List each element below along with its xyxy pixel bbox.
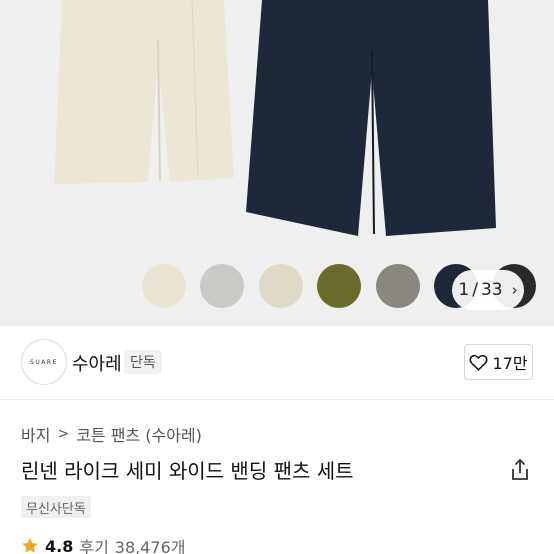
counter-separator: /	[472, 280, 478, 300]
like-count: 17만	[492, 354, 528, 373]
heart-icon	[469, 354, 488, 371]
review-label: 후기	[79, 538, 109, 554]
image-counter[interactable]: 1 / 33 ›	[452, 270, 524, 310]
like-button[interactable]: 17만	[464, 344, 533, 380]
swatch-5[interactable]	[376, 264, 420, 308]
share-icon[interactable]	[509, 458, 531, 482]
product-image[interactable]: 1 / 33 ›	[0, 0, 554, 326]
counter-total: 33	[480, 280, 503, 300]
chevron-right-icon: >	[57, 426, 70, 442]
review-count: 38,476개	[114, 538, 186, 554]
swatch-3[interactable]	[259, 264, 303, 308]
brand-name[interactable]: 수아레	[72, 350, 122, 376]
brand-logo-text: SUARE	[30, 358, 58, 366]
chevron-right-icon: ›	[511, 281, 518, 299]
breadcrumb-item-subcategory[interactable]: 코튼 팬츠 (수아레)	[76, 422, 202, 446]
beige-pants-shape	[54, 0, 234, 184]
rating-score: 4.8	[45, 536, 74, 554]
brand-logo[interactable]: SUARE	[21, 339, 67, 385]
brand-row: SUARE 수아레 단독 17만	[0, 326, 554, 400]
breadcrumb: 바지 > 코튼 팬츠 (수아레)	[21, 422, 202, 446]
brand-exclusive-badge: 단독	[124, 350, 162, 374]
product-title: 린넨 라이크 세미 와이드 밴딩 팬츠 세트	[21, 459, 354, 483]
swatch-2[interactable]	[200, 264, 244, 308]
exclusive-tag: 무신사단독	[21, 496, 91, 518]
counter-current: 1	[458, 280, 470, 300]
star-icon	[22, 538, 38, 553]
swatch-1[interactable]	[142, 264, 186, 308]
rating-row[interactable]: 4.8 후기 38,476개	[21, 534, 186, 554]
swatch-4[interactable]	[317, 264, 361, 308]
breadcrumb-item-category[interactable]: 바지	[21, 422, 50, 446]
